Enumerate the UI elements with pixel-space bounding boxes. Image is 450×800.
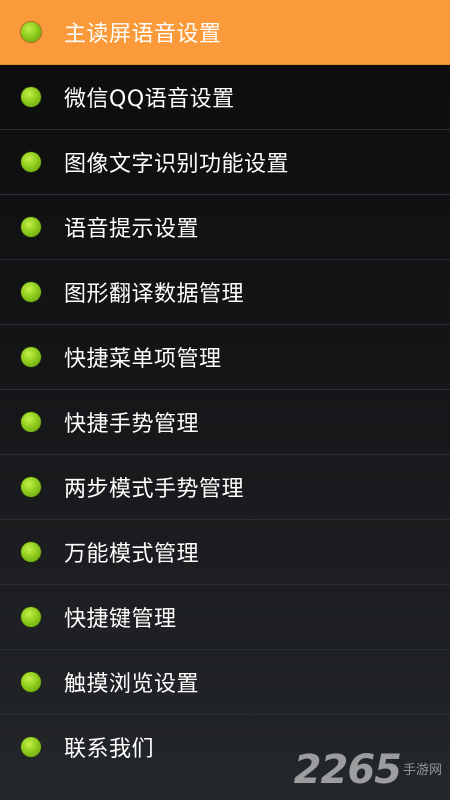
menu-item-label: 联系我们 bbox=[64, 737, 155, 762]
green-dot-icon bbox=[21, 217, 41, 237]
menu-item-label: 触摸浏览设置 bbox=[64, 672, 200, 697]
green-dot-icon bbox=[21, 542, 41, 562]
menu-item-label: 图像文字识别功能设置 bbox=[64, 152, 290, 177]
menu-item-wechat-qq-voice[interactable]: 微信QQ语音设置 bbox=[0, 65, 450, 130]
watermark-number: 2265 bbox=[293, 747, 402, 793]
green-dot-icon bbox=[21, 282, 41, 302]
menu-item-shortcut-menu[interactable]: 快捷菜单项管理 bbox=[0, 325, 450, 390]
menu-item-voice-prompt[interactable]: 语音提示设置 bbox=[0, 195, 450, 260]
menu-item-label: 快捷键管理 bbox=[64, 607, 177, 632]
watermark-suffix: 手游网 bbox=[402, 763, 442, 778]
menu-item-shortcut-keys[interactable]: 快捷键管理 bbox=[0, 585, 450, 650]
green-dot-icon bbox=[21, 87, 41, 107]
site-watermark: 2265 手游网 bbox=[294, 750, 442, 790]
menu-item-label: 图形翻译数据管理 bbox=[64, 282, 245, 307]
green-dot-icon bbox=[21, 607, 41, 627]
green-dot-icon bbox=[21, 412, 41, 432]
menu-item-label: 两步模式手势管理 bbox=[64, 477, 245, 502]
menu-item-two-step-gestures[interactable]: 两步模式手势管理 bbox=[0, 455, 450, 520]
green-dot-icon bbox=[21, 22, 41, 42]
green-dot-icon bbox=[21, 152, 41, 172]
menu-item-image-text-recognition[interactable]: 图像文字识别功能设置 bbox=[0, 130, 450, 195]
menu-item-shortcut-gestures[interactable]: 快捷手势管理 bbox=[0, 390, 450, 455]
menu-item-label: 万能模式管理 bbox=[64, 542, 200, 567]
menu-item-label: 快捷手势管理 bbox=[64, 412, 200, 437]
menu-item-universal-mode[interactable]: 万能模式管理 bbox=[0, 520, 450, 585]
green-dot-icon bbox=[21, 737, 41, 757]
menu-item-label: 主读屏语音设置 bbox=[64, 22, 222, 47]
menu-item-label: 语音提示设置 bbox=[64, 217, 200, 242]
menu-item-graphic-translation-data[interactable]: 图形翻译数据管理 bbox=[0, 260, 450, 325]
menu-item-main-screen-reader-voice[interactable]: 主读屏语音设置 bbox=[0, 0, 450, 65]
menu-item-label: 微信QQ语音设置 bbox=[64, 87, 235, 112]
green-dot-icon bbox=[21, 672, 41, 692]
green-dot-icon bbox=[21, 477, 41, 497]
menu-item-touch-browse[interactable]: 触摸浏览设置 bbox=[0, 650, 450, 715]
settings-menu-list: 主读屏语音设置 微信QQ语音设置 图像文字识别功能设置 语音提示设置 图形翻译数… bbox=[0, 0, 450, 800]
menu-item-label: 快捷菜单项管理 bbox=[64, 347, 222, 372]
green-dot-icon bbox=[21, 347, 41, 367]
